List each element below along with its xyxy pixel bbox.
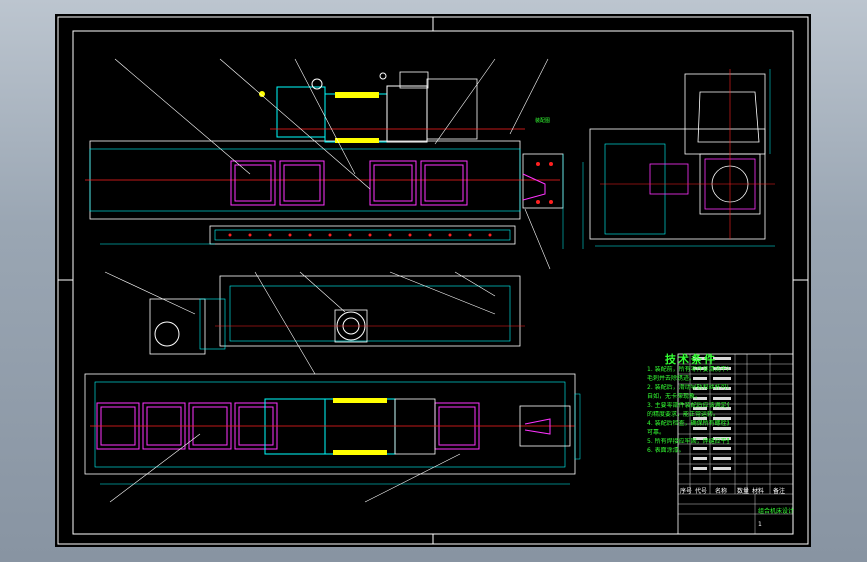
notes-title: 技术条件 (665, 353, 717, 366)
title-block-col-header: 数量 (737, 488, 750, 495)
note-line: 毛刺并去除锈迹。 (647, 375, 696, 382)
note-line: 2. 装配后，滑动导轨和丝杆可以手动 (647, 384, 729, 391)
note-line: 4. 装配后检查，确保所有螺栓紧固 (647, 420, 729, 427)
sheet-number: 1 (758, 521, 762, 528)
top-view (84, 271, 581, 503)
note-line: 自如，无卡滞现象。 (647, 393, 702, 400)
note-line: 3. 主要零部件装配后应该满足各自 (647, 402, 729, 409)
drawing-sheet: 装配图 技术条件 1. 装配前，所有零件要清洗干 毛刺并去除锈迹。 2. 装配后… (55, 14, 811, 547)
side-view (582, 69, 775, 249)
note-line: 5. 所有焊接应牢固，焊缝应平整。 (647, 438, 729, 445)
front-view: 装配图 (85, 58, 564, 270)
design-name: 组合机床设计 (758, 508, 795, 515)
title-block-col-header: 序号 (680, 488, 693, 495)
note-line: 的精度要求，能正常运转。 (647, 411, 720, 418)
outer-border (57, 16, 809, 545)
svg-text:装配图: 装配图 (535, 117, 550, 124)
title-block-col-header: 备注 (773, 488, 786, 495)
cad-drawing: 装配图 (57, 16, 809, 545)
note-line: 6. 表面涂漆。 (647, 447, 685, 454)
note-line: 1. 装配前，所有零件要清洗干净，去 (647, 366, 729, 373)
note-line: 可靠。 (647, 429, 666, 436)
title-block-col-header: 材料 (752, 488, 765, 495)
title-block-col-header: 代号 (695, 488, 708, 495)
title-block-col-header: 名称 (715, 488, 728, 495)
